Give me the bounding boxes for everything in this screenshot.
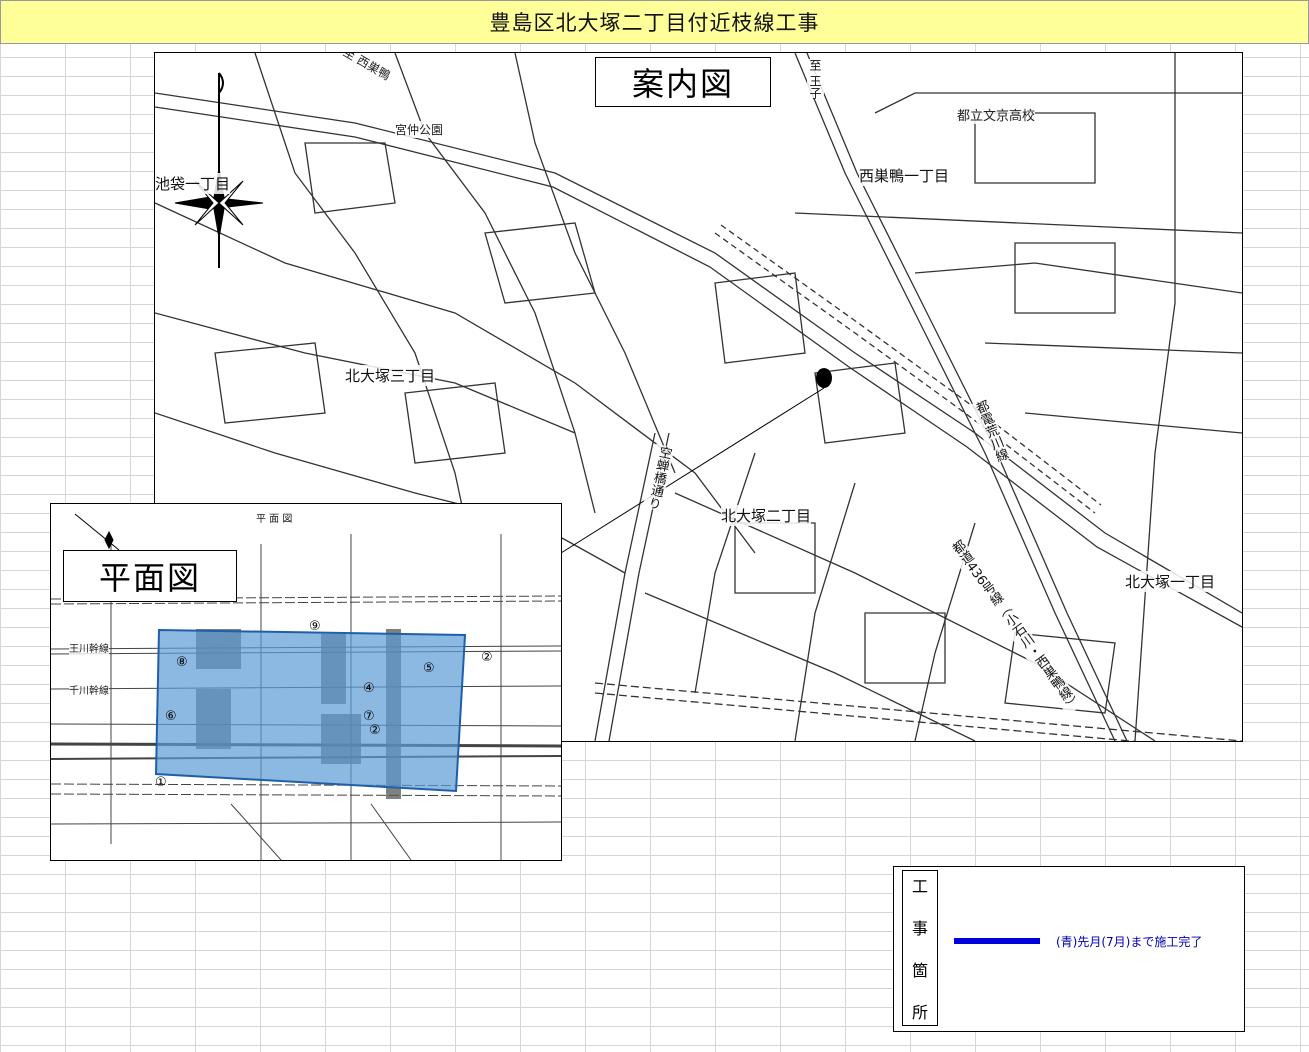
- legend-heading-char: 所: [911, 1003, 928, 1022]
- legend-entry-text: (青)先月(7月)まで施工完了: [1056, 935, 1203, 949]
- legend-heading-char: 事: [911, 919, 928, 938]
- svg-text:⑦: ⑦: [363, 709, 375, 724]
- place-label-kitaotsuka-1: 北大塚一丁目: [1125, 571, 1216, 592]
- place-label-nishisugamo-1: 西巣鴨一丁目: [859, 165, 950, 186]
- legend-heading-char: 箇: [911, 961, 928, 980]
- svg-text:④: ④: [363, 681, 375, 696]
- legend-swatch-blue: [954, 938, 1040, 944]
- legend: 工 事 箇 所 (青)先月(7月)まで施工完了: [893, 866, 1245, 1032]
- guide-map-title: 案内図: [595, 57, 771, 107]
- legend-heading: 工 事 箇 所: [902, 870, 938, 1026]
- svg-text:⑨: ⑨: [309, 619, 321, 634]
- svg-text:⑥: ⑥: [165, 709, 177, 724]
- svg-text:②: ②: [369, 723, 381, 738]
- compass-icon: [174, 72, 264, 268]
- svg-text:①: ①: [155, 775, 167, 790]
- svg-text:⑤: ⑤: [423, 661, 435, 676]
- plan-label-trunk-a: 王川幹線: [69, 640, 109, 655]
- place-label-ikebukuro: 池袋一丁目: [155, 173, 231, 194]
- place-label-to-ouji: 至 王子: [807, 59, 824, 99]
- place-label-kitaotsuka-2: 北大塚二丁目: [721, 505, 812, 526]
- place-label-miyanaka-park: 宮仲公園: [395, 121, 444, 138]
- plan-view-title: 平面図: [63, 550, 237, 602]
- place-label-bunkyo-hs: 都立文京高校: [957, 105, 1036, 124]
- place-label-kitaotsuka-3: 北大塚三丁目: [345, 365, 436, 386]
- plan-label-trunk-b: 千川幹線: [69, 682, 109, 697]
- page-title: 豊島区北大塚二丁目付近枝線工事: [0, 0, 1309, 44]
- svg-text:②: ②: [481, 650, 493, 665]
- legend-heading-char: 工: [911, 877, 928, 896]
- svg-text:⑧: ⑧: [176, 655, 188, 670]
- plan-drawing-heading: 平 面 図: [256, 514, 293, 525]
- plan-view: ⑧ ⑨ ⑤ ④ ⑥ ⑦ ② ② ① 平 面 図 平面図 王川幹線 千川幹線: [50, 503, 562, 861]
